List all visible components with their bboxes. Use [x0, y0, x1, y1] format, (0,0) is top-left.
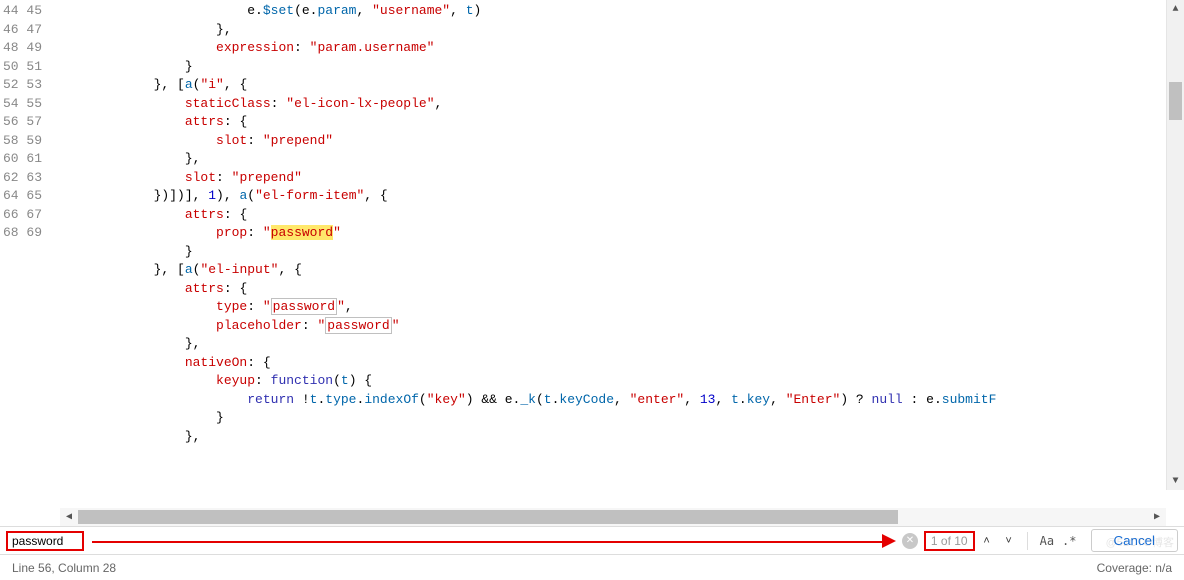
hscroll-thumb[interactable] — [78, 510, 898, 524]
vscroll-track[interactable] — [1167, 18, 1184, 472]
coverage-status: Coverage: n/a — [1097, 561, 1172, 575]
clear-search-icon[interactable]: ✕ — [902, 533, 918, 549]
scroll-right-arrow[interactable]: ▶ — [1148, 508, 1166, 526]
find-input[interactable] — [6, 531, 84, 551]
vertical-scrollbar[interactable]: ▲ ▼ — [1166, 0, 1184, 490]
match-case-button[interactable]: Aa — [1036, 532, 1058, 550]
next-match-button[interactable]: ˅ — [999, 531, 1019, 551]
annotation-arrow — [84, 527, 896, 554]
match-count: 1 of 10 — [924, 531, 975, 551]
horizontal-scrollbar[interactable]: ◀ ▶ — [60, 508, 1166, 526]
scroll-down-arrow[interactable]: ▼ — [1167, 472, 1184, 490]
find-bar: ✕ 1 of 10 ˄ ˅ Aa .* Cancel — [0, 526, 1184, 554]
vscroll-thumb[interactable] — [1169, 82, 1182, 120]
regex-button[interactable]: .* — [1058, 532, 1080, 550]
watermark: @51CTO博客 — [1106, 534, 1174, 550]
hscroll-track[interactable] — [78, 508, 1148, 526]
line-number-gutter: 44 45 46 47 48 49 50 51 52 53 54 55 56 5… — [0, 0, 60, 490]
status-bar: Line 56, Column 28 Coverage: n/a — [0, 554, 1184, 580]
prev-match-button[interactable]: ˄ — [977, 531, 997, 551]
cursor-position: Line 56, Column 28 — [12, 561, 116, 575]
editor-area: 44 45 46 47 48 49 50 51 52 53 54 55 56 5… — [0, 0, 1184, 490]
code-content[interactable]: e.$set(e.param, "username", t) }, expres… — [60, 0, 1184, 490]
scroll-left-arrow[interactable]: ◀ — [60, 508, 78, 526]
scroll-up-arrow[interactable]: ▲ — [1167, 0, 1184, 18]
